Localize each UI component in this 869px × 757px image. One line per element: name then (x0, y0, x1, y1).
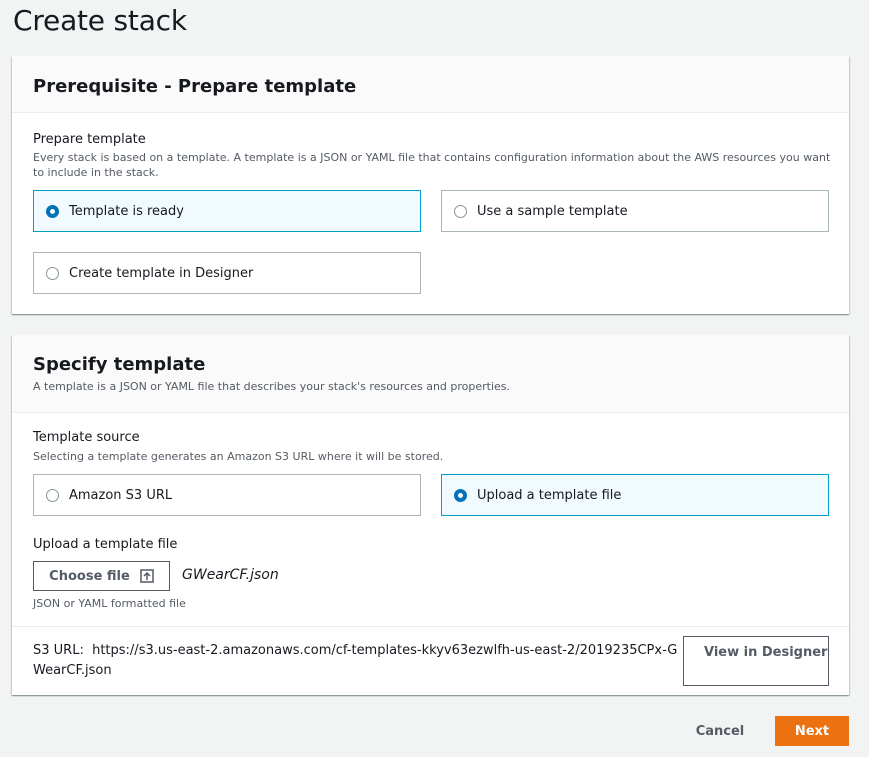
option-label: Use a sample template (477, 203, 628, 219)
prerequisite-title: Prerequisite - Prepare template (33, 76, 357, 97)
s3-url-divider (12, 626, 849, 627)
cancel-button[interactable]: Cancel (680, 716, 760, 746)
radio-template-ready[interactable] (46, 204, 59, 218)
radio-upload-template-file[interactable] (454, 488, 467, 502)
prerequisite-panel: Prerequisite - Prepare template Prepare … (12, 56, 849, 314)
s3-url-label: S3 URL: (33, 643, 84, 658)
option-create-in-designer[interactable]: Create template in Designer (33, 252, 421, 294)
upload-hint: JSON or YAML formatted file (33, 597, 186, 610)
option-template-ready[interactable]: Template is ready (33, 190, 421, 232)
template-source-description: Selecting a template generates an Amazon… (33, 450, 444, 463)
specify-template-description: A template is a JSON or YAML file that d… (33, 380, 511, 393)
page-title: Create stack (13, 4, 187, 37)
prepare-template-description: Every stack is based on a template. A te… (33, 151, 831, 179)
view-in-designer-button[interactable]: View in Designer (683, 636, 829, 686)
next-label: Next (794, 723, 830, 739)
prerequisite-header: Prerequisite - Prepare template (12, 56, 849, 113)
option-label: Create template in Designer (69, 265, 254, 281)
next-button[interactable]: Next (775, 716, 849, 746)
template-source-label: Template source (33, 430, 140, 445)
specify-template-header: Specify template A template is a JSON or… (12, 335, 849, 413)
radio-sample-template[interactable] (454, 204, 467, 218)
cancel-label: Cancel (695, 723, 745, 739)
view-in-designer-label: View in Designer (704, 645, 828, 660)
prepare-template-label: Prepare template (33, 132, 146, 147)
choose-file-button[interactable]: Choose file (33, 561, 170, 591)
option-sample-template[interactable]: Use a sample template (441, 190, 829, 232)
specify-template-panel: Specify template A template is a JSON or… (12, 335, 849, 695)
upload-icon (140, 569, 154, 583)
choose-file-label: Choose file (49, 568, 130, 584)
option-label: Upload a template file (477, 487, 622, 503)
option-label: Template is ready (69, 203, 184, 219)
option-label: Amazon S3 URL (69, 487, 173, 503)
option-amazon-s3-url[interactable]: Amazon S3 URL (33, 474, 421, 516)
s3-url-value: https://s3.us-east-2.amazonaws.com/cf-te… (33, 643, 678, 678)
selected-file-name: GWearCF.json (182, 567, 279, 583)
s3-url-row: S3 URL: https://s3.us-east-2.amazonaws.c… (33, 641, 683, 681)
upload-file-label: Upload a template file (33, 537, 178, 552)
radio-create-in-designer[interactable] (46, 266, 59, 280)
radio-amazon-s3-url[interactable] (46, 488, 59, 502)
specify-template-title: Specify template (33, 354, 206, 375)
option-upload-template-file[interactable]: Upload a template file (441, 474, 829, 516)
